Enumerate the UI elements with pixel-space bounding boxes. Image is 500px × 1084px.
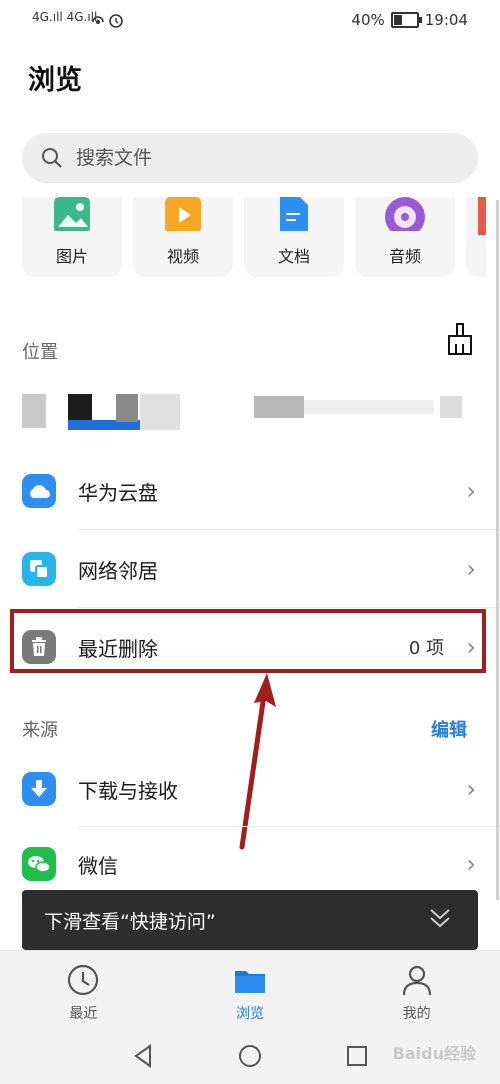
wechat-icon: [22, 847, 56, 881]
location-network-neighbors[interactable]: 网络邻居 ›: [0, 530, 500, 608]
page-title: 浏览: [28, 65, 82, 96]
location-huawei-cloud[interactable]: 华为云盘 ›: [0, 452, 500, 530]
row-label: 下载与接收: [78, 778, 178, 803]
recents-icon[interactable]: [346, 1045, 368, 1067]
clock-time: 19:04: [424, 11, 468, 29]
category-label: 音频: [388, 247, 421, 266]
toast-text: 下滑查看“快捷访问”: [44, 910, 216, 933]
audio-icon: [385, 197, 425, 231]
chevron-right-icon: ›: [466, 555, 476, 583]
tab-recent[interactable]: 最近: [0, 951, 167, 1031]
edit-button[interactable]: 编辑: [431, 716, 467, 742]
back-icon[interactable]: [132, 1044, 154, 1068]
section-label-sources: 来源: [22, 720, 58, 741]
person-icon: [402, 965, 431, 996]
search-bar[interactable]: [22, 133, 478, 183]
category-videos[interactable]: 视频: [133, 197, 233, 277]
clean-broom-icon[interactable]: [446, 322, 474, 356]
home-icon[interactable]: [238, 1044, 262, 1068]
document-icon: [280, 197, 308, 231]
download-icon: [22, 772, 56, 806]
status-right: 40% 19:04: [351, 11, 468, 29]
category-label: 图片: [55, 247, 88, 266]
category-label: 视频: [166, 247, 199, 266]
scrollbar[interactable]: [496, 200, 499, 900]
section-label-locations: 位置: [22, 342, 58, 363]
row-label: 华为云盘: [78, 480, 158, 505]
battery-percent: 40%: [351, 11, 385, 29]
clock-icon: [68, 964, 99, 996]
category-audio[interactable]: 音频: [355, 197, 455, 277]
category-documents[interactable]: 文档: [244, 197, 344, 277]
battery-icon: [390, 12, 422, 28]
internal-storage-row[interactable]: [22, 390, 478, 434]
category-label: 文档: [277, 247, 310, 266]
watermark-logo: Baidu经验: [392, 1044, 476, 1063]
chevron-right-icon: ›: [466, 477, 476, 505]
double-chevron-down-icon[interactable]: [428, 906, 452, 934]
image-icon: [54, 197, 90, 231]
network-icon: [22, 552, 56, 586]
row-label: 网络邻居: [78, 558, 158, 583]
tab-mine[interactable]: 我的: [333, 951, 500, 1031]
tab-label: 我的: [402, 1006, 431, 1022]
category-strip: 图片 视频 文档 音频: [22, 197, 500, 277]
status-bar: 4G.ıll 4G.ıll 40% 19:04: [0, 0, 500, 40]
chevron-right-icon: ›: [466, 850, 476, 878]
video-icon: [165, 197, 201, 231]
source-downloads[interactable]: 下载与接收 ›: [0, 750, 500, 828]
tab-label: 浏览: [236, 1006, 264, 1022]
tab-label: 最近: [69, 1006, 98, 1022]
wifi-hotspot-icon: [92, 14, 123, 28]
signal-indicator: 4G.ıll 4G.ıll: [32, 10, 98, 24]
cloud-icon: [22, 474, 56, 508]
folder-icon: [235, 971, 265, 993]
search-icon: [42, 148, 62, 168]
search-input[interactable]: [74, 146, 438, 170]
category-more[interactable]: [466, 197, 486, 277]
quick-access-toast[interactable]: 下滑查看“快捷访问”: [22, 890, 478, 950]
tab-browse[interactable]: 浏览: [167, 951, 334, 1031]
row-label: 微信: [78, 853, 118, 878]
bottom-nav: 最近 浏览 我的: [0, 950, 500, 1031]
category-images[interactable]: 图片: [22, 197, 122, 277]
chevron-right-icon: ›: [466, 775, 476, 803]
